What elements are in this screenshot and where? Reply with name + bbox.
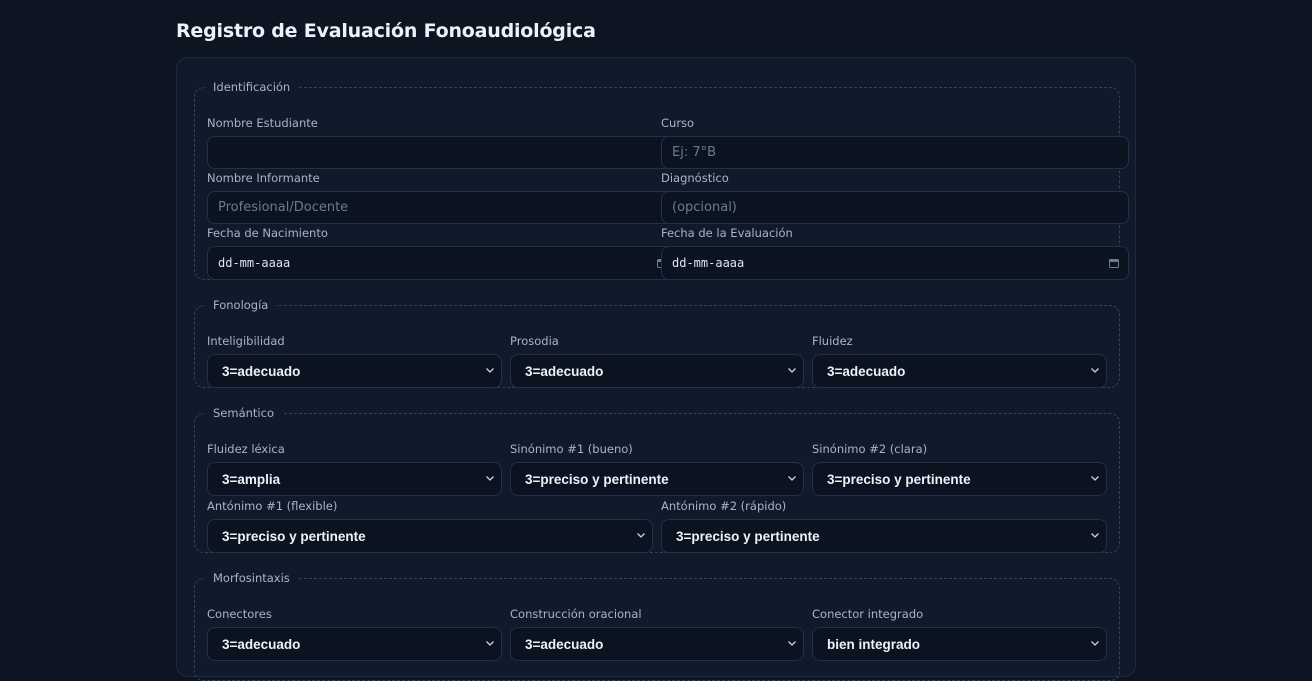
construccion-label: Construcción oracional [510, 607, 642, 621]
fluidez-label: Fluidez [812, 334, 853, 348]
prosodia-select[interactable]: 3=adecuado [510, 354, 804, 388]
nombre-informante-input[interactable]: Profesional/Docente [207, 191, 677, 224]
nombre-informante-placeholder: Profesional/Docente [218, 200, 349, 215]
calendar-icon[interactable] [1109, 258, 1119, 268]
diagnostico-input[interactable]: (opcional) [661, 191, 1129, 224]
conectores-select[interactable]: 3=adecuado [207, 627, 502, 661]
chevron-down-icon [1091, 533, 1099, 538]
chevron-down-icon [486, 641, 494, 646]
chevron-down-icon [486, 368, 494, 373]
inteligibilidad-select[interactable]: 3=adecuado [207, 354, 502, 388]
antonimo1-select[interactable]: 3=preciso y pertinente [207, 519, 653, 553]
legend-fonologia: Fonología [213, 298, 269, 312]
antonimo2-label: Antónimo #2 (rápido) [661, 499, 787, 513]
fieldset-identificacion: Identificación Nombre Estudiante Curso E… [194, 80, 1129, 280]
chevron-down-icon [788, 641, 796, 646]
fieldset-morfosintaxis: Morfosintaxis Conectores 3=adecuado Cons… [194, 571, 1120, 681]
fluidez-lexica-label: Fluidez léxica [207, 442, 285, 456]
construccion-select[interactable]: 3=adecuado [510, 627, 804, 661]
chevron-down-icon [1091, 368, 1099, 373]
sinonimo1-label: Sinónimo #1 (bueno) [510, 442, 633, 456]
sinonimo2-select[interactable]: 3=preciso y pertinente [812, 462, 1107, 496]
sinonimo2-label: Sinónimo #2 (clara) [812, 442, 928, 456]
legend-identificacion: Identificación [213, 80, 291, 94]
chevron-down-icon [637, 533, 645, 538]
fecha-nacimiento-input[interactable]: dd-mm-aaaa [207, 246, 677, 280]
curso-label: Curso [661, 116, 695, 130]
conectores-label: Conectores [207, 607, 272, 621]
antonimo1-label: Antónimo #1 (flexible) [207, 499, 338, 513]
chevron-down-icon [788, 476, 796, 481]
fieldset-fonologia: Fonología Inteligibilidad 3=adecuado Pro… [194, 298, 1120, 388]
fecha-nacimiento-label: Fecha de Nacimiento [207, 226, 328, 240]
nombre-informante-label: Nombre Informante [207, 171, 320, 185]
fluidez-select[interactable]: 3=adecuado [812, 354, 1107, 388]
fieldset-semantico: Semántico Fluidez léxica 3=amplia Sinóni… [194, 406, 1120, 553]
curso-input[interactable]: Ej: 7°B [661, 136, 1129, 169]
fecha-evaluacion-label: Fecha de la Evaluación [661, 226, 793, 240]
evaluation-form: Identificación Nombre Estudiante Curso E… [176, 57, 1136, 681]
antonimo2-select[interactable]: 3=preciso y pertinente [661, 519, 1107, 553]
conector-integrado-select[interactable]: bien integrado [812, 627, 1107, 661]
chevron-down-icon [1091, 476, 1099, 481]
legend-morfosintaxis: Morfosintaxis [213, 571, 290, 585]
diagnostico-label: Diagnóstico [661, 171, 729, 185]
inteligibilidad-label: Inteligibilidad [207, 334, 285, 348]
conector-integrado-label: Conector integrado [812, 607, 924, 621]
curso-placeholder: Ej: 7°B [672, 145, 717, 160]
page-title: Registro de Evaluación Fonoaudiológica [176, 20, 596, 42]
fecha-evaluacion-input[interactable]: dd-mm-aaaa [661, 246, 1129, 280]
nombre-estudiante-input[interactable] [207, 136, 677, 169]
diagnostico-placeholder: (opcional) [672, 200, 737, 215]
legend-semantico: Semántico [213, 406, 274, 420]
chevron-down-icon [1091, 641, 1099, 646]
prosodia-label: Prosodia [510, 334, 559, 348]
chevron-down-icon [788, 368, 796, 373]
sinonimo1-select[interactable]: 3=preciso y pertinente [510, 462, 804, 496]
fluidez-lexica-select[interactable]: 3=amplia [207, 462, 502, 496]
chevron-down-icon [486, 476, 494, 481]
nombre-estudiante-label: Nombre Estudiante [207, 116, 318, 130]
